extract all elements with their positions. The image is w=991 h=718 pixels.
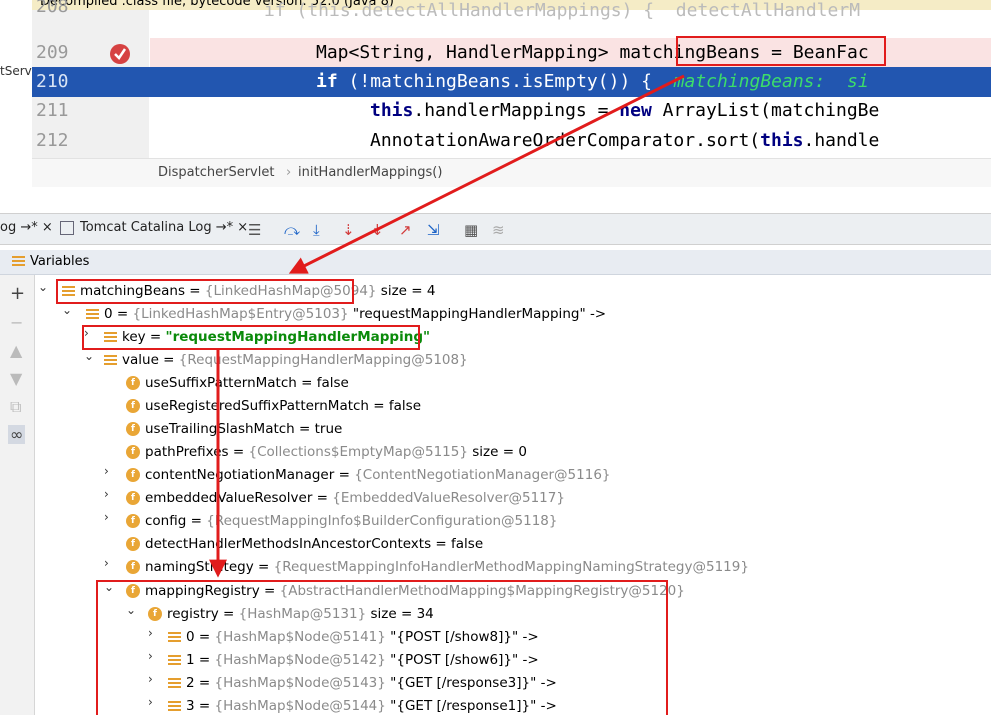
- annotation-arrows: [209, 74, 685, 578]
- arrow-code-to-variable: [288, 74, 685, 274]
